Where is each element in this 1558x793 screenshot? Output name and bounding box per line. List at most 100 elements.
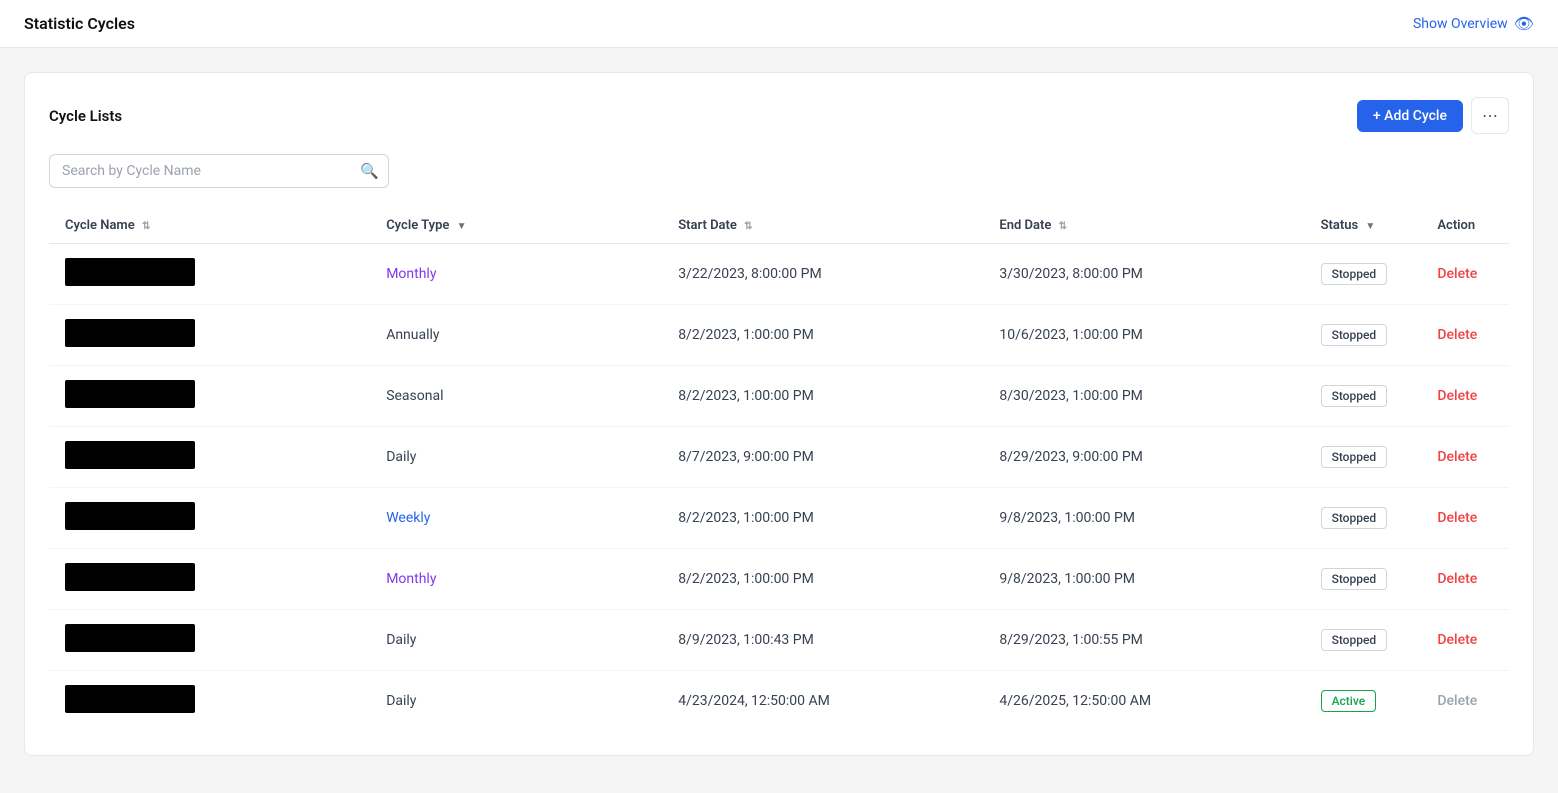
status-cell: Stopped [1305, 244, 1422, 305]
th-start-date[interactable]: Start Date ⇅ [662, 208, 983, 244]
status-badge: Stopped [1321, 629, 1388, 651]
th-end-date[interactable]: End Date ⇅ [983, 208, 1304, 244]
status-badge: Stopped [1321, 263, 1388, 285]
cycle-lists-card: Cycle Lists + Add Cycle ⋯ 🔍 Cycle Name ⇅ [24, 72, 1534, 756]
th-cycle-type[interactable]: Cycle Type ▼ [370, 208, 662, 244]
cycle-type-cell: Weekly [370, 488, 662, 549]
status-badge: Stopped [1321, 385, 1388, 407]
status-cell: Stopped [1305, 549, 1422, 610]
cycle-type-cell: Monthly [370, 549, 662, 610]
cycle-name-blocked [65, 441, 195, 469]
delete-button: Delete [1437, 693, 1477, 709]
end-date-cell: 10/6/2023, 1:00:00 PM [983, 305, 1304, 366]
delete-button[interactable]: Delete [1437, 388, 1477, 404]
page-title: Statistic Cycles [24, 14, 135, 33]
end-date-cell: 4/26/2025, 12:50:00 AM [983, 671, 1304, 732]
cycle-type-cell: Daily [370, 427, 662, 488]
add-cycle-button[interactable]: + Add Cycle [1357, 100, 1463, 132]
cycle-name-blocked [65, 624, 195, 652]
th-status[interactable]: Status ▼ [1305, 208, 1422, 244]
status-cell: Active [1305, 671, 1422, 732]
status-cell: Stopped [1305, 366, 1422, 427]
cycle-name-cell [49, 366, 370, 427]
cycles-table: Cycle Name ⇅ Cycle Type ▼ Start Date ⇅ E… [49, 208, 1509, 731]
start-date-sort-icon: ⇅ [744, 221, 752, 232]
table-row: Daily8/7/2023, 9:00:00 PM8/29/2023, 9:00… [49, 427, 1509, 488]
eye-icon: 👁 [1514, 14, 1534, 33]
delete-button[interactable]: Delete [1437, 266, 1477, 282]
status-badge: Stopped [1321, 446, 1388, 468]
cycle-name-blocked [65, 380, 195, 408]
status-badge: Stopped [1321, 507, 1388, 529]
start-date-cell: 8/2/2023, 1:00:00 PM [662, 549, 983, 610]
cycle-name-blocked [65, 563, 195, 591]
start-date-cell: 8/7/2023, 9:00:00 PM [662, 427, 983, 488]
status-cell: Stopped [1305, 610, 1422, 671]
cycle-name-blocked [65, 319, 195, 347]
action-cell: Delete [1421, 305, 1509, 366]
table-row: Seasonal8/2/2023, 1:00:00 PM8/30/2023, 1… [49, 366, 1509, 427]
start-date-cell: 4/23/2024, 12:50:00 AM [662, 671, 983, 732]
end-date-cell: 8/29/2023, 9:00:00 PM [983, 427, 1304, 488]
table-row: Monthly8/2/2023, 1:00:00 PM9/8/2023, 1:0… [49, 549, 1509, 610]
end-date-cell: 3/30/2023, 8:00:00 PM [983, 244, 1304, 305]
end-date-cell: 8/29/2023, 1:00:55 PM [983, 610, 1304, 671]
cycle-name-cell [49, 488, 370, 549]
th-cycle-name[interactable]: Cycle Name ⇅ [49, 208, 370, 244]
status-cell: Stopped [1305, 427, 1422, 488]
status-badge: Active [1321, 690, 1377, 712]
delete-button[interactable]: Delete [1437, 510, 1477, 526]
search-wrapper: 🔍 [49, 154, 389, 188]
start-date-cell: 8/2/2023, 1:00:00 PM [662, 488, 983, 549]
end-date-sort-icon: ⇅ [1059, 221, 1067, 232]
start-date-cell: 8/2/2023, 1:00:00 PM [662, 305, 983, 366]
delete-button[interactable]: Delete [1437, 632, 1477, 648]
cycle-name-cell [49, 671, 370, 732]
status-cell: Stopped [1305, 305, 1422, 366]
delete-button[interactable]: Delete [1437, 449, 1477, 465]
cycle-name-blocked [65, 258, 195, 286]
table-row: Annually8/2/2023, 1:00:00 PM10/6/2023, 1… [49, 305, 1509, 366]
action-cell: Delete [1421, 549, 1509, 610]
status-filter-icon: ▼ [1365, 221, 1375, 232]
cycle-type-cell: Daily [370, 671, 662, 732]
table-row: Daily8/9/2023, 1:00:43 PM8/29/2023, 1:00… [49, 610, 1509, 671]
search-input[interactable] [49, 154, 389, 188]
action-cell: Delete [1421, 488, 1509, 549]
action-cell: Delete [1421, 427, 1509, 488]
cycle-type-filter-icon: ▼ [457, 221, 467, 232]
cycle-type-cell: Daily [370, 610, 662, 671]
delete-button[interactable]: Delete [1437, 327, 1477, 343]
show-overview-link[interactable]: Show Overview 👁 [1413, 14, 1534, 33]
more-options-button[interactable]: ⋯ [1471, 97, 1509, 134]
main-content: Cycle Lists + Add Cycle ⋯ 🔍 Cycle Name ⇅ [0, 48, 1558, 780]
action-cell: Delete [1421, 610, 1509, 671]
cycle-name-cell [49, 244, 370, 305]
th-action: Action [1421, 208, 1509, 244]
action-cell: Delete [1421, 244, 1509, 305]
status-badge: Stopped [1321, 568, 1388, 590]
search-section: 🔍 [49, 154, 1509, 188]
cycle-name-cell [49, 427, 370, 488]
end-date-cell: 8/30/2023, 1:00:00 PM [983, 366, 1304, 427]
cycle-name-cell [49, 305, 370, 366]
card-header: Cycle Lists + Add Cycle ⋯ [49, 97, 1509, 134]
status-cell: Stopped [1305, 488, 1422, 549]
top-bar: Statistic Cycles Show Overview 👁 [0, 0, 1558, 48]
cycle-name-sort-icon: ⇅ [142, 221, 150, 232]
action-cell: Delete [1421, 366, 1509, 427]
delete-button[interactable]: Delete [1437, 571, 1477, 587]
card-title: Cycle Lists [49, 107, 122, 125]
action-cell: Delete [1421, 671, 1509, 732]
cycle-type-cell: Seasonal [370, 366, 662, 427]
status-badge: Stopped [1321, 324, 1388, 346]
end-date-cell: 9/8/2023, 1:00:00 PM [983, 488, 1304, 549]
header-actions: + Add Cycle ⋯ [1357, 97, 1509, 134]
start-date-cell: 8/2/2023, 1:00:00 PM [662, 366, 983, 427]
cycle-type-cell: Monthly [370, 244, 662, 305]
cycle-type-cell: Annually [370, 305, 662, 366]
cycle-name-cell [49, 610, 370, 671]
cycle-name-blocked [65, 685, 195, 713]
table-row: Monthly3/22/2023, 8:00:00 PM3/30/2023, 8… [49, 244, 1509, 305]
start-date-cell: 3/22/2023, 8:00:00 PM [662, 244, 983, 305]
